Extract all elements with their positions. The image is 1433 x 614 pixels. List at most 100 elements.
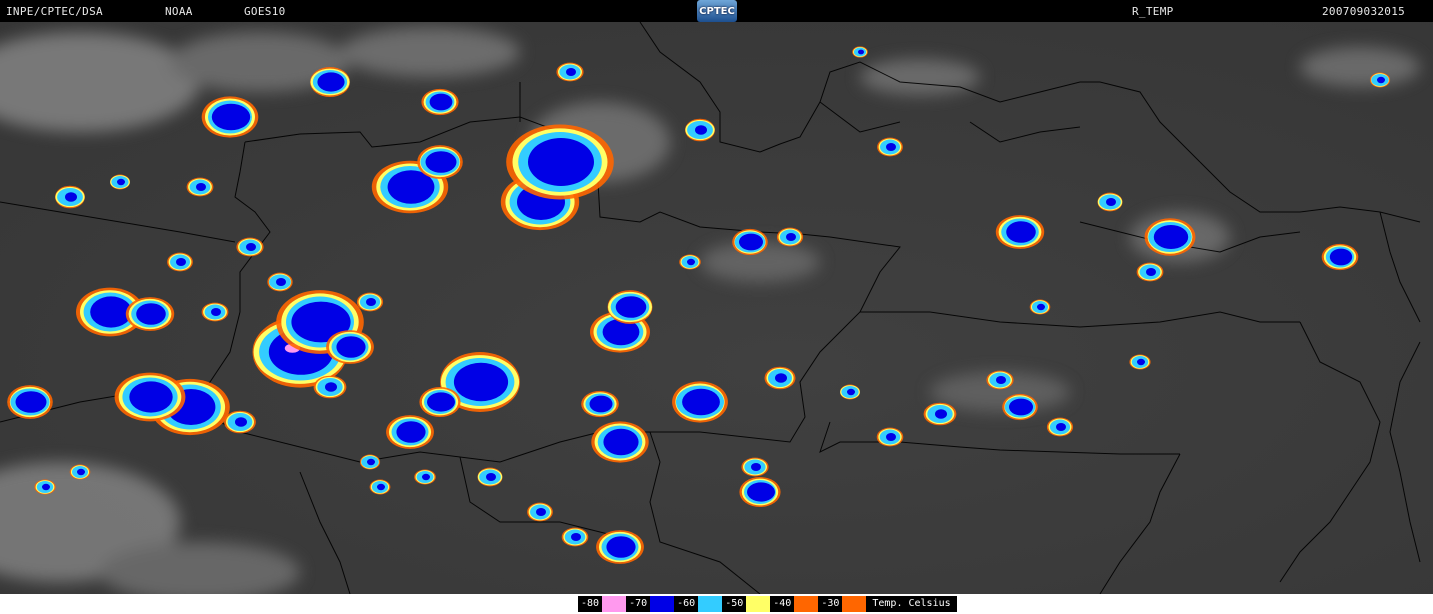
storm-cell-layer [536, 508, 546, 516]
storm-cell [419, 387, 461, 417]
storm-cell [556, 62, 584, 82]
storm-cell [679, 254, 701, 270]
storm-cell [167, 252, 193, 272]
storm-cell [1369, 72, 1391, 88]
storm-cell [596, 530, 644, 564]
storm-cell-layer [1056, 423, 1066, 431]
storm-cell-layer [1377, 76, 1385, 84]
storm-cell-layer [615, 296, 647, 318]
storm-cell-layer [606, 536, 636, 558]
legend-bin-label: -50 [722, 596, 747, 612]
storm-cell [326, 330, 374, 364]
storm-cell-layer [786, 233, 796, 241]
source-label: INPE/CPTEC/DSA [6, 5, 103, 18]
storm-cell-layer [996, 376, 1006, 384]
legend-bin-label: -70 [626, 596, 651, 612]
storm-cell [224, 410, 256, 434]
storm-cell [840, 384, 860, 400]
storm-cell [55, 185, 85, 209]
storm-cell-layer [117, 178, 125, 186]
legend-bin-swatch [698, 596, 723, 612]
storm-cell [739, 477, 781, 507]
timestamp-label: 200709032015 [1322, 5, 1406, 18]
storm-cell-layer [589, 395, 613, 413]
storm-cell-layer [1146, 268, 1156, 276]
storm-cell [581, 390, 619, 418]
legend-bin-swatch [602, 596, 627, 612]
storm-cell-layer [129, 381, 173, 413]
storm-cell-layer [1329, 248, 1353, 266]
storm-cell [527, 502, 553, 522]
storm-cell [125, 297, 175, 331]
storm-cell [1321, 243, 1359, 271]
storm-cell [877, 137, 903, 157]
legend-bin-label: -80 [578, 596, 603, 612]
storm-cell-layer [886, 143, 896, 151]
legend-bin: -50 [722, 596, 771, 612]
storm-cell-layer [687, 258, 695, 266]
storm-cell-layer [65, 192, 77, 202]
storm-cell [1029, 299, 1051, 315]
satellite-image-svg [0, 22, 1433, 594]
storm-cell-layer [396, 421, 426, 443]
legend-bin: -30 [818, 596, 867, 612]
storm-cell [7, 385, 53, 419]
storm-cell [310, 67, 350, 97]
storm-cell-layer [1153, 225, 1189, 249]
storm-cell [369, 479, 391, 495]
storm-cell [1144, 218, 1196, 256]
storm-cell [1046, 417, 1074, 437]
storm-cell [995, 215, 1045, 249]
satellite-label: GOES10 [244, 5, 286, 18]
storm-cell-layer [136, 303, 166, 325]
legend-title: Temp. Celsius [866, 596, 957, 612]
storm-cell-layer [747, 482, 775, 502]
storm-cell-layer [77, 468, 85, 476]
storm-cell-layer [15, 391, 47, 413]
storm-cell [685, 118, 715, 142]
storm-cell-layer [246, 243, 256, 251]
storm-cell [201, 96, 259, 138]
storm-cell-layer [377, 483, 385, 491]
storm-cell-layer [486, 473, 496, 481]
storm-cell-layer [566, 68, 576, 76]
storm-cell-layer [751, 463, 761, 471]
legend-bin-swatch [842, 596, 867, 612]
storm-cell [386, 415, 434, 449]
storm-cell-layer [847, 388, 855, 396]
storm-cell [1097, 192, 1123, 212]
storm-cell [114, 372, 186, 422]
storm-cell-layer [858, 49, 864, 55]
storm-cell-layer [336, 336, 366, 358]
storm-cell-layer [235, 417, 247, 427]
storm-cell [852, 46, 868, 58]
storm-cell-layer [571, 533, 581, 541]
storm-cell [236, 237, 264, 257]
storm-cell [923, 402, 957, 426]
storm-cell [421, 88, 459, 116]
storm-cell-layer [196, 183, 206, 191]
storm-cell-layer [886, 433, 896, 441]
storm-cell [506, 124, 614, 200]
storm-cell [417, 145, 463, 179]
storm-cell [34, 479, 56, 495]
storm-cell [1002, 393, 1038, 421]
legend-bin-swatch [650, 596, 675, 612]
storm-cell-layer [935, 409, 947, 419]
cptec-logo: CPTEC [697, 0, 737, 22]
storm-cell-layer [211, 103, 251, 131]
storm-cell [732, 228, 768, 256]
storm-cell-layer [425, 151, 457, 173]
storm-cell-layer [1106, 198, 1116, 206]
storm-cell-layer [325, 382, 337, 392]
storm-cell-layer [739, 233, 763, 251]
legend-bin: -60 [674, 596, 723, 612]
storm-cell [986, 370, 1014, 390]
storm-cell [313, 375, 347, 399]
storm-cell-layer [1137, 358, 1145, 366]
storm-cell [69, 464, 91, 480]
storm-cell [267, 272, 293, 292]
storm-cell-layer [1009, 398, 1033, 416]
storm-cell-layer [429, 93, 453, 111]
storm-cell-layer [1006, 221, 1036, 243]
